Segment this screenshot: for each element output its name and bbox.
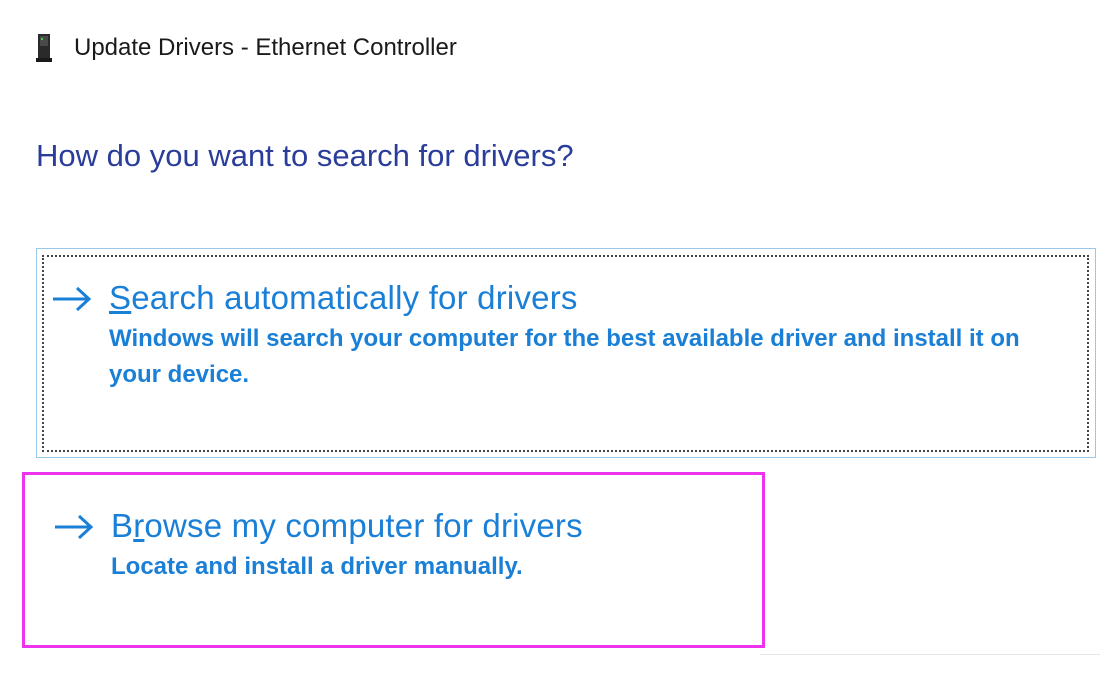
search-automatically-description: Windows will search your computer for th… <box>109 325 1020 388</box>
page-heading: How do you want to search for drivers? <box>36 138 574 173</box>
option-text: Search automatically for drivers Windows… <box>109 277 1069 393</box>
access-key: S <box>109 279 132 316</box>
arrow-right-icon <box>53 511 95 543</box>
browse-my-computer-option[interactable]: Browse my computer for drivers Locate an… <box>22 472 765 648</box>
divider <box>760 654 1100 655</box>
window-title-bar: Update Drivers - Ethernet Controller <box>36 30 457 66</box>
option-row: Search automatically for drivers Windows… <box>51 277 1069 393</box>
search-automatically-title[interactable]: Search automatically for drivers <box>109 277 1069 319</box>
title-post: owse my computer for drivers <box>144 507 583 544</box>
access-key: r <box>133 507 145 544</box>
browse-my-computer-description: Locate and install a driver manually. <box>111 553 523 580</box>
search-automatically-option[interactable]: Search automatically for drivers Windows… <box>36 248 1096 458</box>
window-title: Update Drivers - Ethernet Controller <box>74 34 457 61</box>
title-post: earch automatically for drivers <box>131 279 578 316</box>
option-row: Browse my computer for drivers Locate an… <box>53 505 583 585</box>
option-text: Browse my computer for drivers Locate an… <box>111 505 583 585</box>
title-pre: B <box>111 507 134 544</box>
arrow-right-icon <box>51 283 93 315</box>
network-adapter-icon <box>36 33 52 63</box>
browse-my-computer-title[interactable]: Browse my computer for drivers <box>111 505 583 547</box>
